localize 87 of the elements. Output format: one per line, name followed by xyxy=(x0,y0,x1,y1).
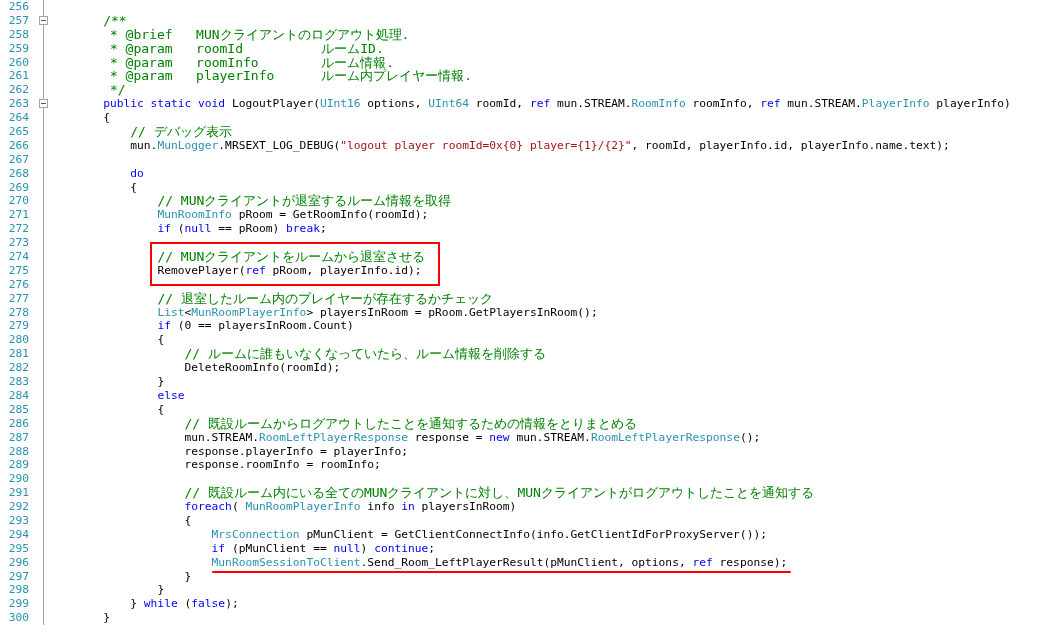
code-line: DeleteRoomInfo(roomId); xyxy=(184,361,341,376)
line-number: 285 xyxy=(7,402,29,417)
line-number: 264 xyxy=(7,111,29,125)
line-number: 273 xyxy=(7,236,29,251)
line-number: 262 xyxy=(7,83,29,98)
line-number: 275 xyxy=(7,263,29,278)
code-line: * @param playerInfo ルーム内プレイヤー情報. xyxy=(109,69,473,84)
line-number: 300 xyxy=(7,611,29,626)
line-number: 268 xyxy=(7,166,29,181)
line-number: 292 xyxy=(7,500,29,514)
code-line: mun.STREAM.RoomLeftPlayerResponse response = new mun.STREAM.RoomLeftPlayerResponse(); xyxy=(184,430,761,445)
code-line: // MUNクライアントをルームから退室させる xyxy=(157,250,426,264)
line-number: 259 xyxy=(7,41,29,56)
code-line: */ xyxy=(109,83,126,98)
line-number: 278 xyxy=(7,305,29,320)
code-line: response.playerInfo = playerInfo; xyxy=(184,444,408,459)
line-number: 293 xyxy=(7,513,29,528)
code-line: MunRoomSessionToClient.Send_Room_LeftPlayerResult(pMunClient, options, ref response); xyxy=(211,555,788,570)
collapse-icon[interactable] xyxy=(39,15,48,25)
code-line: // 既設ルームからログアウトしたことを通知するための情報をとりまとめる xyxy=(184,416,637,431)
line-number: 298 xyxy=(7,583,29,598)
code-line: // ルームに誰もいなくなっていたら、ルーム情報を削除する xyxy=(184,347,546,362)
line-number: 281 xyxy=(7,347,29,362)
line-number: 299 xyxy=(7,597,29,612)
code-line: // デバッグ表示 xyxy=(130,125,232,139)
code-line: } xyxy=(157,375,165,389)
code-line: foreach( MunRoomPlayerInfo info in playersInRoom) xyxy=(184,500,517,514)
line-number: 260 xyxy=(7,55,29,70)
line-number: 279 xyxy=(7,319,29,334)
line-number: 294 xyxy=(7,527,29,542)
code-line: else xyxy=(157,388,185,403)
code-line: if (null == pRoom) break; xyxy=(157,222,327,237)
line-number: 261 xyxy=(7,69,29,84)
code-line: } xyxy=(103,611,110,626)
line-number: 291 xyxy=(7,486,29,501)
line-number: 263 xyxy=(7,97,29,112)
line-number: 270 xyxy=(7,194,29,209)
line-number: 272 xyxy=(7,222,29,237)
line-number: 267 xyxy=(7,152,29,167)
code-line: /** xyxy=(103,13,127,28)
code-line: // 退室したルーム内のプレイヤーが存在するかチェック xyxy=(157,291,493,306)
code-line: mun.MunLogger.MRSEXT_LOG_DEBUG("logout player roomId=0x{0} player={1}/{2}", roomId, playerInfo.id, playerInfo.name.text); xyxy=(130,138,950,153)
line-number: 288 xyxy=(7,444,29,459)
code-line: * @param roomInfo ルーム情報. xyxy=(109,55,395,70)
line-number: 265 xyxy=(7,125,29,139)
line-number: 276 xyxy=(7,277,29,292)
code-line: * @brief MUNクライアントのログアウト処理. xyxy=(109,27,410,42)
line-number: 289 xyxy=(7,458,29,473)
code-line: // MUNクライアントが退室するルーム情報を取得 xyxy=(157,194,452,209)
code-line: RemovePlayer(ref pRoom, playerInfo.id); xyxy=(157,263,422,278)
code-line: MunRoomInfo pRoom = GetRoomInfo(roomId); xyxy=(157,208,429,223)
code-line: // 既設ルーム内にいる全てのMUNクライアントに対し、MUNクライアントがログアウトしたことを通知する xyxy=(184,486,814,501)
line-number: 283 xyxy=(7,375,29,389)
code-line: { xyxy=(157,402,165,417)
collapse-icon[interactable] xyxy=(39,99,48,109)
line-number: 297 xyxy=(7,569,29,584)
line-number: 284 xyxy=(7,388,29,403)
code-line: { xyxy=(157,333,165,348)
line-number: 274 xyxy=(7,250,29,264)
code-line: * @param roomId ルームID. xyxy=(109,41,384,56)
code-line: public static void LogoutPlayer(UInt16 options, UInt64 roomId, ref mun.STREAM.RoomInfo roomInfo, ref mun.STREAM.PlayerInfo playerInfo) xyxy=(103,97,1011,112)
code-line: { xyxy=(184,513,192,528)
line-number: 290 xyxy=(7,472,29,487)
line-number: 280 xyxy=(7,333,29,348)
code-line: { xyxy=(103,111,110,125)
code-line: } xyxy=(157,583,165,598)
line-number: 258 xyxy=(7,27,29,42)
line-number: 286 xyxy=(7,416,29,431)
code-line: if (0 == playersInRoom.Count) xyxy=(157,319,354,334)
line-number: 269 xyxy=(7,180,29,195)
code-line: { xyxy=(130,180,138,195)
line-number: 295 xyxy=(7,541,29,556)
code-line: response.roomInfo = roomInfo; xyxy=(184,458,381,473)
code-line: } xyxy=(184,569,192,584)
code-line: } while (false); xyxy=(130,597,239,612)
line-number: 266 xyxy=(7,138,29,153)
line-number: 277 xyxy=(7,291,29,306)
line-number: 271 xyxy=(7,208,29,223)
code-line: do xyxy=(130,166,144,181)
code-line: List<MunRoomPlayerInfo> playersInRoom = pRoom.GetPlayersInRoom(); xyxy=(157,305,598,320)
line-number: 296 xyxy=(7,555,29,570)
line-number: 282 xyxy=(7,361,29,376)
code-line: if (pMunClient == null) continue; xyxy=(211,541,436,556)
line-number: 256 xyxy=(7,0,29,14)
line-number: 257 xyxy=(7,13,29,28)
code-line: MrsConnection pMunClient = GetClientConnectInfo(info.GetClientIdForProxyServer()); xyxy=(211,527,767,542)
line-number: 287 xyxy=(7,430,29,445)
